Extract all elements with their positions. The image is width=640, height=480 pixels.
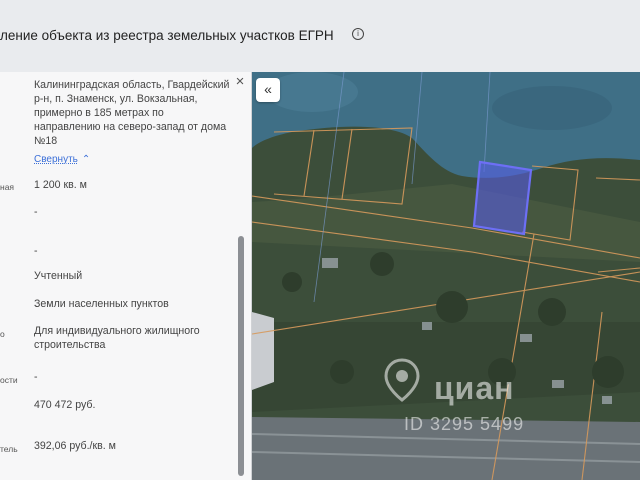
- dialog-header: ление объекта из реестра земельных участ…: [0, 0, 640, 72]
- double-chevron-left-icon[interactable]: «: [256, 78, 280, 102]
- row-value-status: Учтенный: [34, 270, 83, 282]
- row-label-cost: ости: [0, 375, 18, 385]
- row-label-usage: о: [0, 329, 5, 339]
- close-icon[interactable]: ×: [232, 74, 248, 90]
- row-value-2: -: [34, 206, 38, 218]
- watermark-id: ID 3295 5499: [404, 414, 525, 434]
- building: [322, 258, 338, 268]
- building: [602, 396, 612, 404]
- info-icon[interactable]: i: [352, 28, 364, 40]
- collapse-link[interactable]: Свернуть ⌃: [34, 154, 90, 165]
- collapse-label: Свернуть: [34, 154, 78, 165]
- details-panel: × Калининградская область, Гвардейский р…: [0, 72, 252, 480]
- tree: [538, 298, 566, 326]
- tree: [370, 252, 394, 276]
- panel-scrollbar[interactable]: [238, 232, 244, 480]
- row-label-area: ная: [0, 182, 15, 192]
- row-value-3: -: [34, 245, 38, 257]
- watermark: циан ID 3295 5499: [370, 354, 600, 454]
- row-value-7: -: [34, 371, 38, 383]
- watermark-logo: циан: [434, 370, 515, 406]
- watermark-pin-icon: [384, 358, 420, 402]
- row-label-per-meter: тель: [0, 444, 18, 454]
- building: [520, 334, 532, 342]
- tree: [282, 272, 302, 292]
- building: [422, 322, 432, 330]
- selected-parcel[interactable]: [472, 160, 533, 236]
- row-value-cadastral-cost: 470 472 руб.: [34, 399, 96, 411]
- chevron-up-icon: ⌃: [81, 154, 91, 165]
- water-shade: [492, 86, 612, 130]
- scrollbar-thumb[interactable]: [238, 236, 244, 476]
- parcel-address: Калининградская область, Гвардейский р-н…: [34, 79, 230, 147]
- map-view[interactable]: « циан ID 3295 5499: [252, 72, 640, 480]
- tree: [330, 360, 354, 384]
- dialog-title: ление объекта из реестра земельных участ…: [0, 28, 334, 43]
- row-value-category: Земли населенных пунктов: [34, 298, 169, 310]
- tree: [436, 291, 468, 323]
- row-value-area: 1 200 кв. м: [34, 179, 87, 191]
- map-overlay-fragment: [252, 312, 274, 390]
- row-value-per-meter: 392,06 руб./кв. м: [34, 440, 116, 452]
- row-value-usage: Для индивидуального жилищного строительс…: [34, 325, 200, 351]
